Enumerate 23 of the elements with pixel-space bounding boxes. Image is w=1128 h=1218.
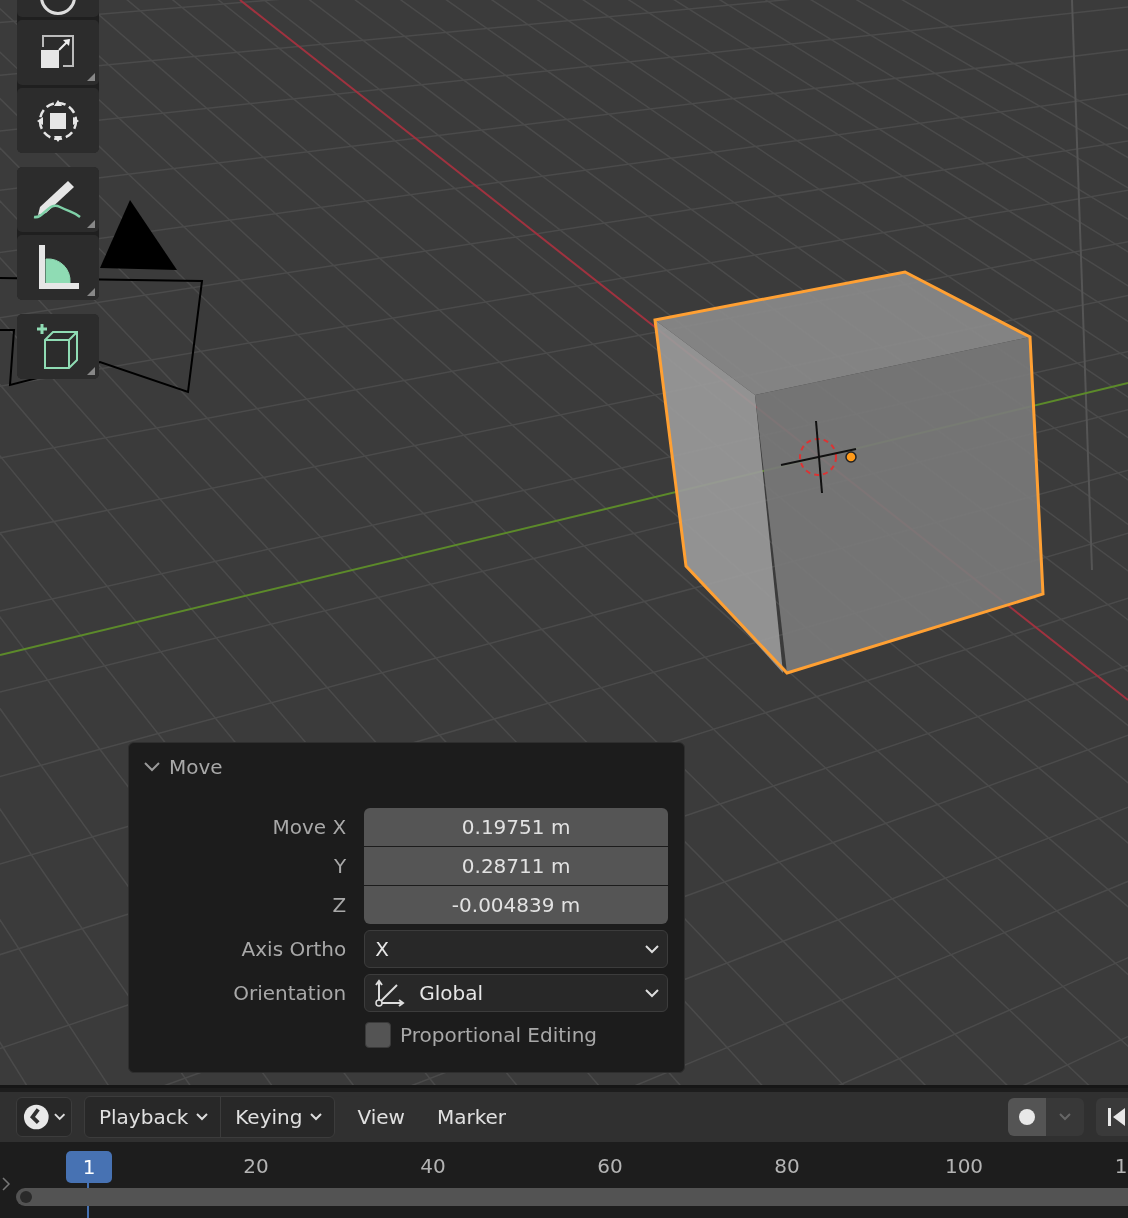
- axis-dropdown[interactable]: X: [364, 930, 668, 968]
- frame-label: 20: [243, 1154, 269, 1178]
- menu-item[interactable]: View: [347, 1105, 415, 1129]
- checkbox-label: Proportional Editing: [400, 1023, 598, 1047]
- field-label: Move X: [271, 815, 347, 839]
- frame-label: 60: [597, 1154, 623, 1178]
- field-label: Axis Ortho: [240, 937, 347, 961]
- field-label: Y: [332, 854, 347, 878]
- number-field[interactable]: 0.19751 m: [364, 808, 668, 846]
- orientation-dropdown[interactable]: Global: [364, 974, 668, 1012]
- menu-item[interactable]: Marker: [426, 1105, 517, 1129]
- frame-label: 40: [420, 1154, 446, 1178]
- panel-title: Move: [169, 755, 223, 779]
- menu-dropdown[interactable]: Playback: [85, 1097, 221, 1137]
- menu-dropdown[interactable]: Keying: [220, 1097, 335, 1137]
- frame-label: 80: [774, 1154, 800, 1178]
- frame-label: 100: [944, 1154, 984, 1178]
- current-frame-badge[interactable]: 1: [66, 1151, 112, 1183]
- field-label: Orientation: [232, 981, 347, 1005]
- field-label: Z: [331, 893, 347, 917]
- frame-label: 1: [1114, 1154, 1128, 1178]
- number-field[interactable]: -0.004839 m: [364, 886, 668, 924]
- number-field[interactable]: 0.28711 m: [364, 847, 668, 885]
